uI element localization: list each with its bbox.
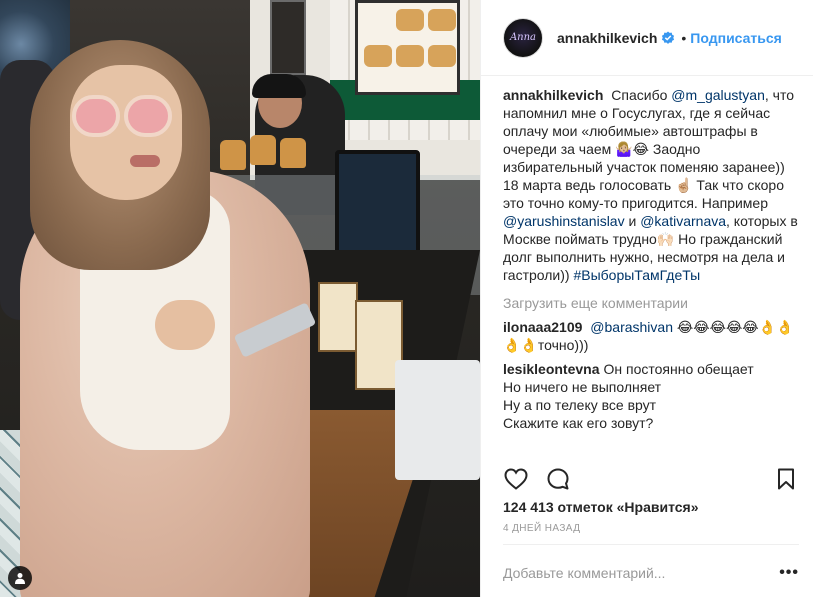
mention-link[interactable]: @m_galustyan xyxy=(671,87,765,103)
caption-username[interactable]: annakhilkevich xyxy=(503,87,603,103)
person-tag-icon[interactable] xyxy=(8,566,32,590)
pastry xyxy=(250,135,276,165)
verified-badge-icon xyxy=(662,31,675,44)
mention-link[interactable]: @kativarnava xyxy=(640,213,726,229)
mention-link[interactable]: @barashivan xyxy=(590,319,673,335)
menu-board xyxy=(355,0,460,95)
caption-text: и xyxy=(628,213,637,229)
follow-button[interactable]: Подписаться xyxy=(690,30,782,46)
load-more-comments-button[interactable]: Загрузить еще комментарии xyxy=(503,294,799,312)
post-side-panel: Anna annakhilkevich • Подписаться annakh… xyxy=(480,0,813,597)
comment-text: Он постоянно обещает xyxy=(603,361,754,377)
separator-dot: • xyxy=(681,29,687,46)
post-header: Anna annakhilkevich • Подписаться xyxy=(481,0,813,76)
likes-count[interactable]: 124 413 отметок «Нравится» xyxy=(503,499,699,515)
pink-glasses xyxy=(124,95,172,137)
pastry xyxy=(280,138,306,168)
comment-username[interactable]: ilonaaa2109 xyxy=(503,319,582,335)
comment-input[interactable] xyxy=(503,564,772,581)
comment-username[interactable]: lesikleontevna xyxy=(503,361,600,377)
hand xyxy=(155,300,215,350)
comment-text: Ну а по телеку все врут xyxy=(503,397,657,413)
caption: annakhilkevich Спасибо @m_galustyan, что… xyxy=(503,86,799,284)
heart-icon[interactable] xyxy=(503,466,529,492)
wall-frame xyxy=(270,0,306,75)
pos-screen xyxy=(335,150,420,260)
barista-cap xyxy=(252,74,306,98)
action-bar xyxy=(503,466,799,492)
caption-text: , что напомнил мне о Госуслугах, где я с… xyxy=(503,87,794,211)
caption-text: Спасибо xyxy=(611,87,668,103)
comment-text: Но ничего не выполняет xyxy=(503,379,662,395)
post-photo[interactable] xyxy=(0,0,480,597)
avatar[interactable]: Anna xyxy=(503,17,543,58)
pink-glasses xyxy=(72,95,120,137)
post-timestamp[interactable]: 4 ДНЕЙ НАЗАД xyxy=(503,523,580,534)
comment: lesikleontevna Он постоянно обещает Но ни… xyxy=(503,360,799,432)
hashtag-link[interactable]: #ВыборыТамГдеТы xyxy=(573,267,700,283)
price-tag xyxy=(318,282,358,352)
comments-list: annakhilkevich Спасибо @m_galustyan, что… xyxy=(503,86,799,466)
more-options-button[interactable]: ••• xyxy=(771,564,799,582)
comment-text: Скажите как его зовут? xyxy=(503,415,654,431)
pastry xyxy=(220,140,246,170)
bookmark-icon[interactable] xyxy=(773,466,799,492)
cash-register xyxy=(395,360,480,480)
comment: ilonaaa2109 @barashivan 😂😂😂😂😂👌👌👌👌точно))… xyxy=(503,318,799,354)
add-comment-bar: ••• xyxy=(503,544,799,597)
mention-link[interactable]: @yarushinstanislav xyxy=(503,213,625,229)
comment-bubble-icon[interactable] xyxy=(545,466,571,492)
lips xyxy=(130,155,160,167)
header-username[interactable]: annakhilkevich xyxy=(557,30,657,46)
